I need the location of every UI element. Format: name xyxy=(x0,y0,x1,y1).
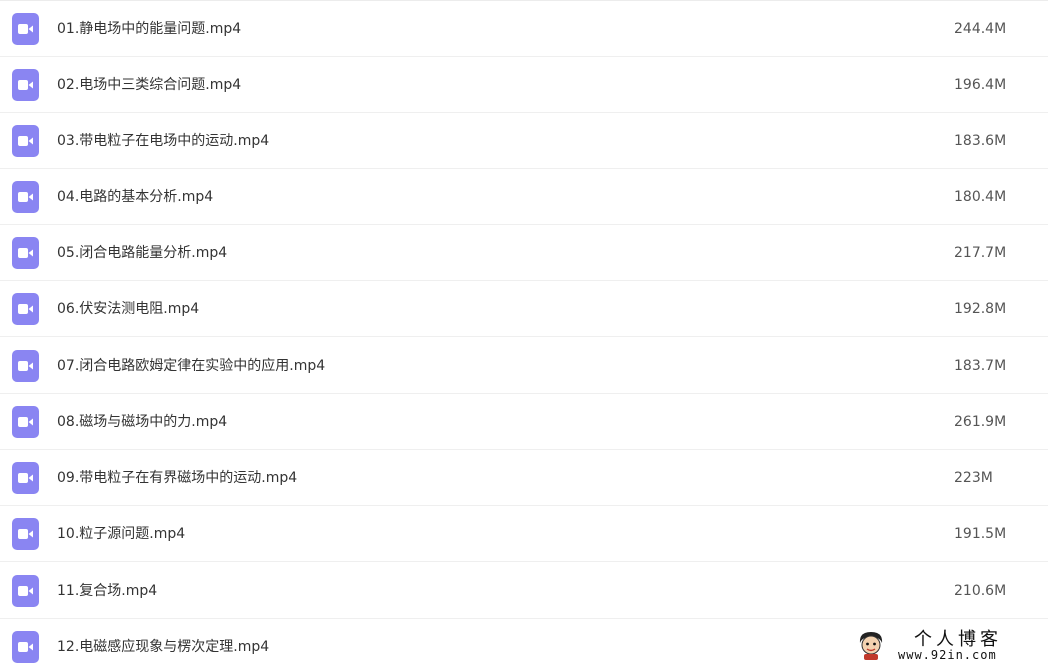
file-size: 183.7M xyxy=(954,358,1007,374)
file-row[interactable]: 05.闭合电路能量分析.mp4 217.7M xyxy=(0,225,1048,281)
file-size: 196.4M xyxy=(954,77,1007,93)
video-file-icon xyxy=(12,575,39,607)
file-row[interactable]: 10.粒子源问题.mp4 191.5M xyxy=(0,506,1048,562)
file-name[interactable]: 12.电磁感应现象与楞次定理.mp4 xyxy=(57,619,269,667)
file-name[interactable]: 02.电场中三类综合问题.mp4 xyxy=(57,57,241,113)
video-file-icon xyxy=(12,181,39,213)
file-size: 191.5M xyxy=(954,526,1007,542)
file-name[interactable]: 11.复合场.mp4 xyxy=(57,563,157,619)
file-size: 244.4M xyxy=(954,21,1007,37)
file-row[interactable]: 07.闭合电路欧姆定律在实验中的应用.mp4 183.7M xyxy=(0,338,1048,394)
file-row[interactable]: 08.磁场与磁场中的力.mp4 261.9M xyxy=(0,394,1048,450)
file-name[interactable]: 04.电路的基本分析.mp4 xyxy=(57,169,213,225)
file-size: 210.6M xyxy=(954,583,1007,599)
video-file-icon xyxy=(12,237,39,269)
watermark: 个人博客 www.92in.com xyxy=(850,625,1040,665)
video-file-icon xyxy=(12,406,39,438)
file-name[interactable]: 06.伏安法测电阻.mp4 xyxy=(57,281,199,337)
file-row[interactable]: 03.带电粒子在电场中的运动.mp4 183.6M xyxy=(0,113,1048,169)
file-name[interactable]: 09.带电粒子在有界磁场中的运动.mp4 xyxy=(57,450,297,506)
file-name[interactable]: 10.粒子源问题.mp4 xyxy=(57,506,185,562)
file-row[interactable]: 01.静电场中的能量问题.mp4 244.4M xyxy=(0,1,1048,57)
file-name[interactable]: 07.闭合电路欧姆定律在实验中的应用.mp4 xyxy=(57,338,325,394)
cartoon-mascot-icon xyxy=(856,629,886,661)
video-file-icon xyxy=(12,69,39,101)
file-row[interactable]: 11.复合场.mp4 210.6M xyxy=(0,563,1048,619)
file-size: 180.4M xyxy=(954,189,1007,205)
video-file-icon xyxy=(12,125,39,157)
file-row[interactable]: 04.电路的基本分析.mp4 180.4M xyxy=(0,169,1048,225)
watermark-url: www.92in.com xyxy=(898,648,997,662)
file-name[interactable]: 08.磁场与磁场中的力.mp4 xyxy=(57,394,227,450)
file-row[interactable]: 02.电场中三类综合问题.mp4 196.4M xyxy=(0,57,1048,113)
video-file-icon xyxy=(12,350,39,382)
file-row[interactable]: 06.伏安法测电阻.mp4 192.8M xyxy=(0,281,1048,337)
file-name[interactable]: 01.静电场中的能量问题.mp4 xyxy=(57,1,241,57)
file-name[interactable]: 05.闭合电路能量分析.mp4 xyxy=(57,225,227,281)
file-size: 192.8M xyxy=(954,301,1007,317)
file-row[interactable]: 09.带电粒子在有界磁场中的运动.mp4 223M xyxy=(0,450,1048,506)
video-file-icon xyxy=(12,13,39,45)
video-file-icon xyxy=(12,462,39,494)
file-list: 01.静电场中的能量问题.mp4 244.4M 02.电场中三类综合问题.mp4… xyxy=(0,0,1048,667)
file-name[interactable]: 03.带电粒子在电场中的运动.mp4 xyxy=(57,113,269,169)
file-size: 261.9M xyxy=(954,414,1007,430)
video-file-icon xyxy=(12,293,39,325)
file-size: 217.7M xyxy=(954,245,1007,261)
file-size: 223M xyxy=(954,470,993,486)
video-file-icon xyxy=(12,518,39,550)
file-size: 183.6M xyxy=(954,133,1007,149)
video-file-icon xyxy=(12,631,39,663)
